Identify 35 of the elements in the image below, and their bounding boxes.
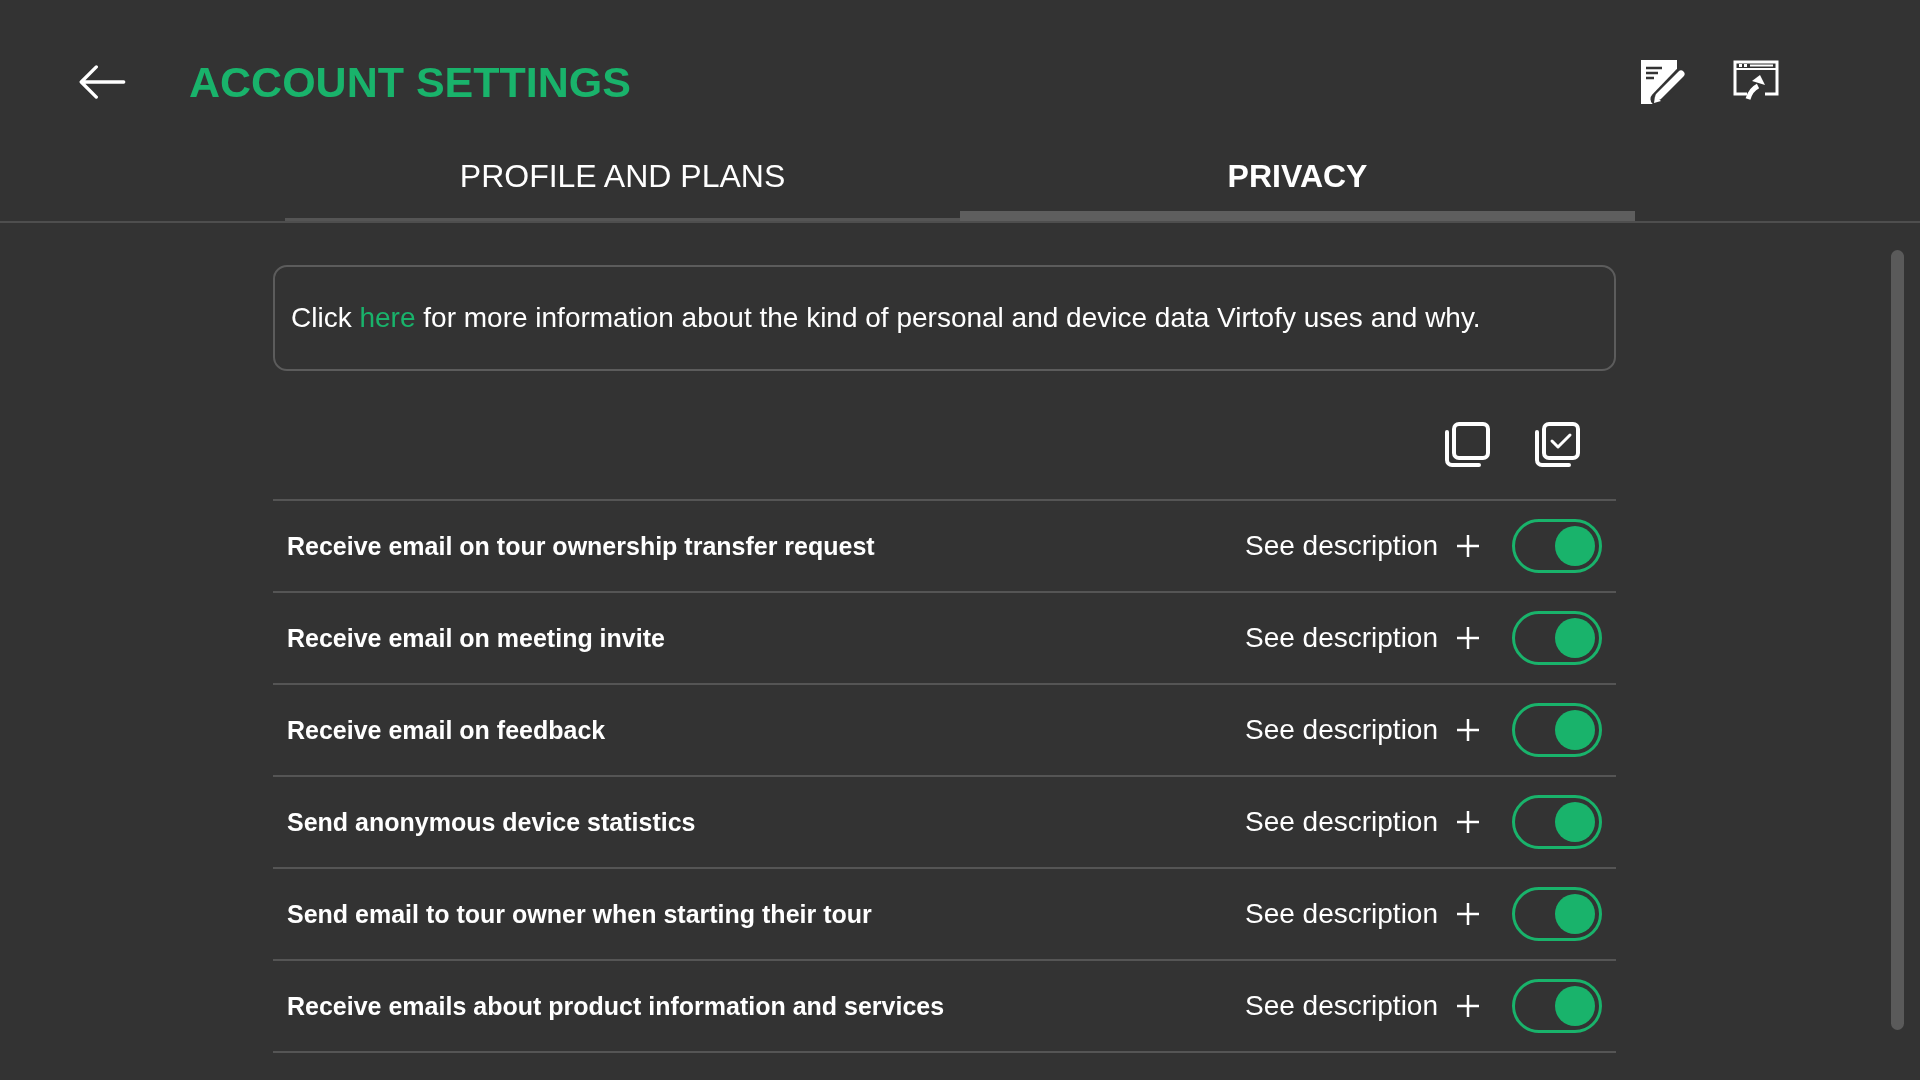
- setting-label: Send email to tour owner when starting their tour: [287, 899, 873, 929]
- see-description-button[interactable]: See description: [1245, 714, 1480, 746]
- plus-icon: [1456, 810, 1480, 834]
- toggle-switch[interactable]: [1512, 611, 1602, 665]
- see-description-button[interactable]: See description: [1245, 530, 1480, 562]
- see-description-button[interactable]: See description: [1245, 622, 1480, 654]
- info-link[interactable]: here: [359, 302, 416, 334]
- see-description-button[interactable]: See description: [1245, 806, 1480, 838]
- see-description-button[interactable]: See description: [1245, 898, 1480, 930]
- export-window-icon[interactable]: [1733, 59, 1779, 100]
- toggle-switch[interactable]: [1512, 703, 1602, 757]
- plus-icon: [1456, 718, 1480, 742]
- plus-icon: [1456, 994, 1480, 1018]
- toggle-switch[interactable]: [1512, 795, 1602, 849]
- scrollbar[interactable]: [1891, 250, 1904, 1030]
- toggle-switch[interactable]: [1512, 887, 1602, 941]
- stacked-check-icon[interactable]: [1535, 422, 1580, 467]
- see-description-button[interactable]: See description: [1245, 990, 1480, 1022]
- setting-label: Receive emails about product information and services: [287, 991, 946, 1021]
- setting-label: Receive email on feedback: [287, 715, 607, 745]
- page-title: ACCOUNT SETTINGS: [189, 60, 631, 104]
- back-arrow-icon[interactable]: [78, 65, 126, 99]
- toggle-switch[interactable]: [1512, 519, 1602, 573]
- info-text: Click here for more information about the kind of personal and device data Virtofy uses and why.: [291, 301, 1481, 335]
- stacked-squares-icon[interactable]: [1445, 422, 1490, 467]
- setting-label: Receive email on meeting invite: [287, 623, 666, 653]
- edit-document-icon[interactable]: [1641, 60, 1687, 104]
- plus-icon: [1456, 626, 1480, 650]
- setting-label: Receive email on tour ownership transfer request: [287, 531, 876, 561]
- tab[interactable]: PROFILE AND PLANS: [285, 144, 960, 221]
- toggle-switch[interactable]: [1512, 979, 1602, 1033]
- plus-icon: [1456, 902, 1480, 926]
- plus-icon: [1456, 534, 1480, 558]
- tab[interactable]: PRIVACY: [960, 144, 1635, 221]
- setting-label: Send anonymous device statistics: [287, 807, 697, 837]
